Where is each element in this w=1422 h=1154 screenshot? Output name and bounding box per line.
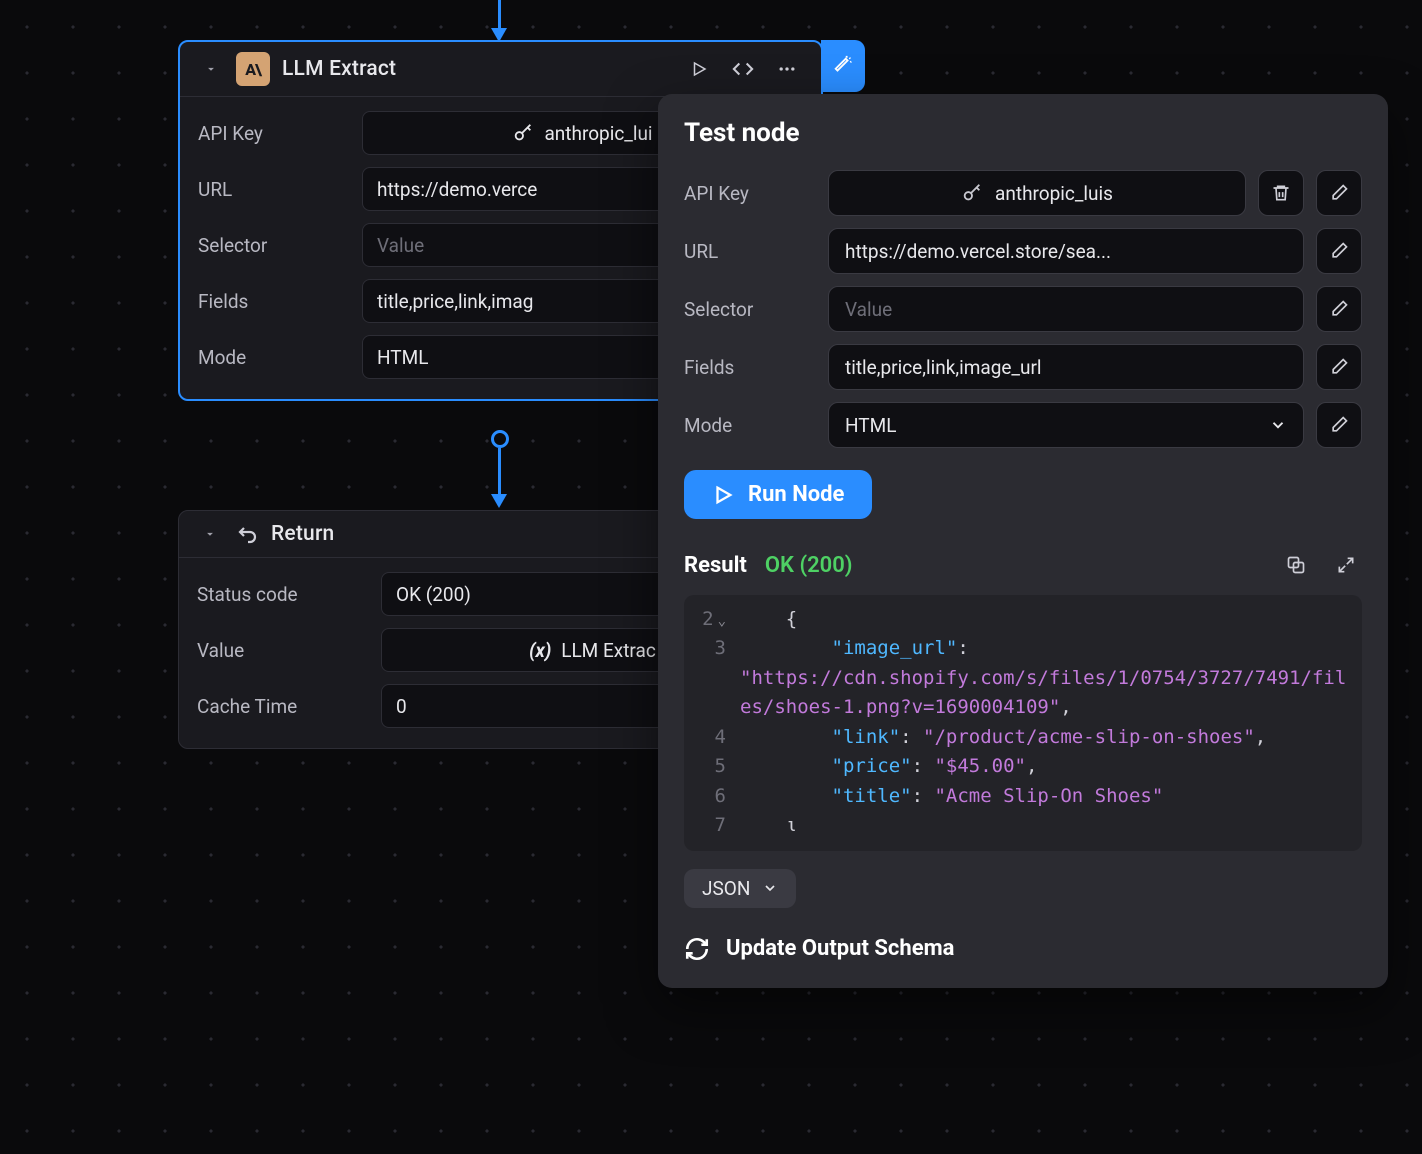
input-fields[interactable]: title,price,link,image_url <box>828 344 1304 390</box>
edit-button[interactable] <box>1316 344 1362 390</box>
collapse-toggle[interactable] <box>197 521 223 547</box>
play-icon <box>712 484 734 506</box>
label-api-key: API Key <box>198 122 348 145</box>
node-title: LLM Extract <box>282 57 396 81</box>
label-mode: Mode <box>198 346 348 369</box>
magic-wand-button[interactable] <box>821 40 865 92</box>
label-url: URL <box>198 178 348 201</box>
edit-button[interactable] <box>1316 402 1362 448</box>
anthropic-logo-icon: A\ <box>236 52 270 86</box>
update-output-schema-button[interactable]: Update Output Schema <box>684 936 1362 962</box>
connector-line <box>498 448 501 496</box>
label-url: URL <box>684 240 816 263</box>
return-icon <box>235 522 259 546</box>
label-value: Value <box>197 639 367 662</box>
result-label: Result <box>684 553 747 578</box>
run-node-button[interactable]: Run Node <box>684 470 872 519</box>
input-selector[interactable]: Value <box>828 286 1304 332</box>
node-title: Return <box>271 522 334 546</box>
label-selector: Selector <box>684 298 816 321</box>
label-fields: Fields <box>198 290 348 313</box>
node-header: A\ LLM Extract <box>180 42 821 97</box>
label-status: Status code <box>197 583 367 606</box>
chevron-down-icon <box>1269 416 1287 434</box>
copy-icon[interactable] <box>1280 549 1312 581</box>
collapse-toggle[interactable] <box>198 56 224 82</box>
connector-line <box>498 0 501 30</box>
node-output-port[interactable] <box>491 430 509 448</box>
result-code-block[interactable]: 2⌄ {3 "image_url":"https://cdn.shopify.c… <box>684 595 1362 851</box>
label-selector: Selector <box>198 234 348 257</box>
expand-icon[interactable] <box>1330 549 1362 581</box>
label-cache: Cache Time <box>197 695 367 718</box>
select-mode[interactable]: HTML <box>828 402 1304 448</box>
edit-button[interactable] <box>1316 170 1362 216</box>
delete-button[interactable] <box>1258 170 1304 216</box>
more-icon[interactable] <box>771 53 803 85</box>
refresh-icon <box>684 936 710 962</box>
connector-arrow <box>491 494 507 508</box>
value-api-key: anthropic_lui <box>544 122 652 145</box>
result-status: OK (200) <box>765 553 853 578</box>
input-url[interactable]: https://demo.vercel.store/sea... <box>828 228 1304 274</box>
variable-icon: (x) <box>529 639 551 661</box>
play-icon[interactable] <box>683 53 715 85</box>
code-icon[interactable] <box>727 53 759 85</box>
key-icon <box>961 182 983 204</box>
edit-button[interactable] <box>1316 228 1362 274</box>
label-fields: Fields <box>684 356 816 379</box>
edit-button[interactable] <box>1316 286 1362 332</box>
input-api-key[interactable]: anthropic_luis <box>828 170 1246 216</box>
panel-title: Test node <box>684 118 1362 148</box>
test-node-panel: Test node API Key anthropic_luis URL htt… <box>658 94 1388 988</box>
chevron-down-icon <box>762 880 778 896</box>
label-api-key: API Key <box>684 182 816 205</box>
label-mode: Mode <box>684 414 816 437</box>
format-select[interactable]: JSON <box>684 869 796 908</box>
key-icon <box>512 122 534 144</box>
